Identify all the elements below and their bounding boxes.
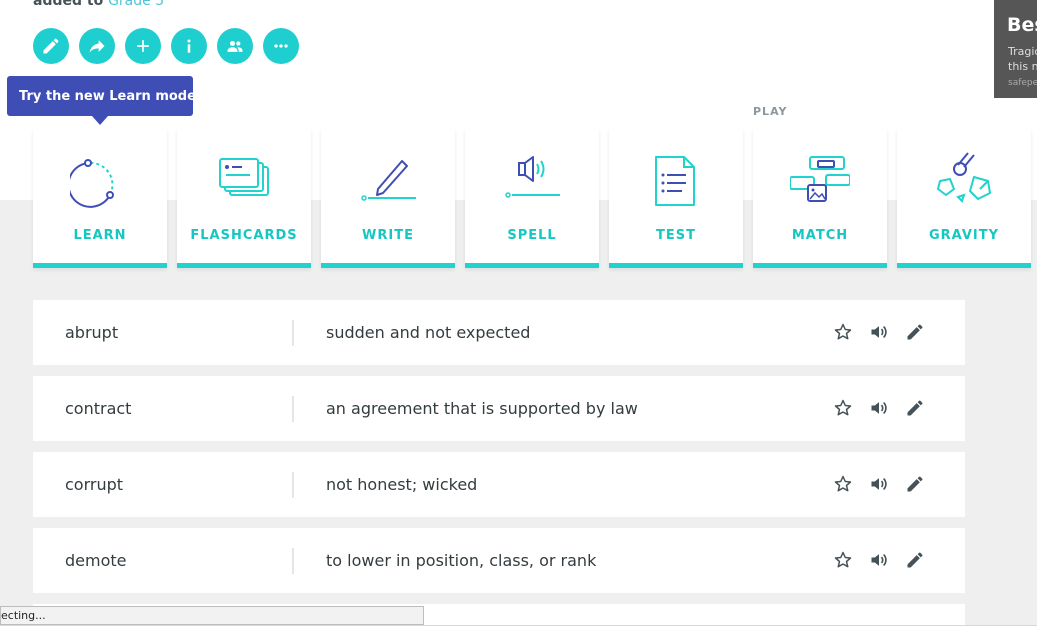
more-button[interactable] — [263, 28, 299, 64]
mode-label: WRITE — [362, 228, 414, 243]
spell-icon — [505, 156, 560, 198]
speaker-icon — [871, 325, 887, 339]
star-button[interactable] — [833, 474, 853, 494]
tooltip-arrow — [92, 116, 108, 125]
study-modes: LEARN FLASHCARDS WRITE SPELL TEST MATCH … — [33, 129, 1031, 268]
star-icon — [834, 399, 852, 416]
ad-text-line: this n — [1008, 60, 1037, 73]
term-definition: sudden and not expected — [326, 323, 531, 342]
term-actions — [833, 322, 925, 342]
edit-term-button[interactable] — [905, 322, 925, 342]
term-divider — [292, 548, 294, 574]
ad-text-line: Tragic — [1008, 45, 1037, 58]
term-list: abrupt sudden and not expected contract … — [33, 300, 965, 604]
term-divider — [292, 472, 294, 498]
flashcards-icon — [219, 158, 269, 196]
pencil-icon — [43, 38, 59, 54]
term-row: contract an agreement that is supported … — [33, 376, 965, 441]
star-button[interactable] — [833, 550, 853, 570]
bottom-strip — [0, 625, 1037, 635]
term-definition: to lower in position, class, or rank — [326, 551, 597, 570]
mode-label: LEARN — [73, 228, 127, 243]
mode-label: FLASHCARDS — [190, 228, 298, 243]
term-row: demote to lower in position, class, or r… — [33, 528, 965, 593]
pencil-icon — [907, 324, 923, 340]
audio-button[interactable] — [869, 398, 889, 418]
pencil-icon — [907, 400, 923, 416]
term-word: corrupt — [65, 475, 124, 494]
star-icon — [834, 551, 852, 568]
test-icon — [655, 156, 695, 206]
mode-spell[interactable]: SPELL — [465, 129, 599, 268]
share-button[interactable] — [79, 28, 115, 64]
star-icon — [834, 323, 852, 340]
info-icon — [187, 39, 191, 53]
audio-button[interactable] — [869, 322, 889, 342]
learn-mode-tooltip[interactable]: Try the new Learn mode! — [7, 76, 202, 116]
pencil-icon — [907, 476, 923, 492]
speaker-icon — [871, 553, 887, 567]
people-button[interactable] — [217, 28, 253, 64]
star-button[interactable] — [833, 398, 853, 418]
ad-source: safepe — [1008, 78, 1037, 88]
mode-match[interactable]: MATCH — [753, 129, 887, 268]
term-word: contract — [65, 399, 132, 418]
edit-term-button[interactable] — [905, 550, 925, 570]
term-divider — [292, 396, 294, 422]
mode-label: SPELL — [507, 228, 557, 243]
learn-icon — [70, 159, 114, 208]
edit-term-button[interactable] — [905, 474, 925, 494]
mode-label: GRAVITY — [928, 228, 1000, 243]
mode-label: TEST — [656, 228, 696, 243]
action-buttons — [33, 28, 299, 64]
mode-test[interactable]: TEST — [609, 129, 743, 268]
play-section-label: PLAY — [753, 105, 788, 118]
term-row: corrupt not honest; wicked — [33, 452, 965, 517]
pencil-icon — [907, 552, 923, 568]
speaker-icon — [871, 477, 887, 491]
term-word: abrupt — [65, 323, 119, 342]
audio-button[interactable] — [869, 474, 889, 494]
edit-button[interactable] — [33, 28, 69, 64]
star-icon — [834, 475, 852, 492]
share-arrow-icon — [89, 40, 105, 53]
mode-learn[interactable]: LEARN — [33, 129, 167, 268]
mode-gravity[interactable]: GRAVITY — [897, 129, 1031, 268]
people-icon — [227, 41, 243, 52]
term-actions — [833, 550, 925, 570]
term-definition: an agreement that is supported by law — [326, 399, 638, 418]
browser-status-bar: ecting... — [0, 606, 424, 625]
audio-button[interactable] — [869, 550, 889, 570]
match-icon — [790, 156, 850, 202]
star-button[interactable] — [833, 322, 853, 342]
mode-write[interactable]: WRITE — [321, 129, 455, 268]
speaker-icon — [871, 401, 887, 415]
tooltip-text: Try the new Learn mode! — [19, 88, 202, 104]
added-to-text: added to Grade 5 — [33, 0, 164, 9]
edit-term-button[interactable] — [905, 398, 925, 418]
write-icon — [361, 160, 416, 201]
info-button[interactable] — [171, 28, 207, 64]
mode-flashcards[interactable]: FLASHCARDS — [177, 129, 311, 268]
more-icon — [274, 44, 288, 48]
added-to-label: added to — [33, 0, 104, 9]
status-text: ecting... — [1, 609, 46, 622]
term-definition: not honest; wicked — [326, 475, 478, 494]
gravity-icon — [937, 152, 991, 203]
term-actions — [833, 398, 925, 418]
class-link[interactable]: Grade 5 — [108, 0, 164, 9]
term-word: demote — [65, 551, 127, 570]
mode-label: MATCH — [791, 228, 849, 243]
term-divider — [292, 320, 294, 346]
term-row: abrupt sudden and not expected — [33, 300, 965, 365]
plus-icon — [137, 40, 149, 52]
term-actions — [833, 474, 925, 494]
ad-title: Bes — [1007, 14, 1037, 36]
add-button[interactable] — [125, 28, 161, 64]
ad-banner[interactable]: Bes Tragic this n safepe — [994, 0, 1037, 98]
